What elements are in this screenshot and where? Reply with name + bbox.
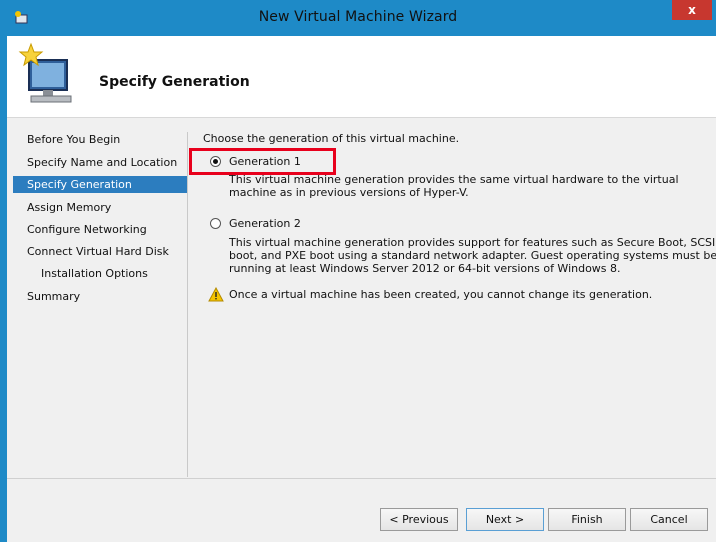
close-button[interactable]: x xyxy=(672,0,712,20)
generation-1-radio[interactable] xyxy=(210,156,221,167)
generation-warning-text: Once a virtual machine has been created,… xyxy=(229,288,653,301)
step-before-you-begin[interactable]: Before You Begin xyxy=(13,131,187,148)
wizard-steps-nav: Before You Begin Specify Name and Locati… xyxy=(7,118,187,478)
step-connect-virtual-hard-disk[interactable]: Connect Virtual Hard Disk xyxy=(13,243,187,260)
wizard-header: Specify Generation xyxy=(7,36,716,118)
wizard-body: Specify Generation Before You Begin Spec… xyxy=(7,36,716,542)
generation-2-label[interactable]: Generation 2 xyxy=(229,217,301,230)
wizard-window: New Virtual Machine Wizard x Specify Gen… xyxy=(0,0,716,542)
generation-2-radio[interactable] xyxy=(210,218,221,229)
step-installation-options[interactable]: Installation Options xyxy=(13,265,187,282)
step-assign-memory[interactable]: Assign Memory xyxy=(13,199,187,216)
step-summary[interactable]: Summary xyxy=(13,288,187,305)
cancel-button[interactable]: Cancel xyxy=(630,508,708,531)
step-specify-generation[interactable]: Specify Generation xyxy=(13,176,187,193)
generation-2-description: This virtual machine generation provides… xyxy=(229,236,716,275)
generation-1-description: This virtual machine generation provides… xyxy=(229,173,679,199)
finish-button[interactable]: Finish xyxy=(548,508,626,531)
new-virtual-machine-icon xyxy=(18,42,72,103)
page-title: Specify Generation xyxy=(99,74,250,90)
next-button[interactable]: Next > xyxy=(466,508,544,531)
generation-1-label[interactable]: Generation 1 xyxy=(229,155,301,168)
nav-divider xyxy=(187,132,188,477)
previous-button[interactable]: < Previous xyxy=(380,508,458,531)
step-configure-networking[interactable]: Configure Networking xyxy=(13,221,187,238)
window-title: New Virtual Machine Wizard xyxy=(258,9,458,25)
step-specify-name-location[interactable]: Specify Name and Location xyxy=(13,154,187,171)
generation-prompt: Choose the generation of this virtual ma… xyxy=(203,132,460,145)
warning-icon xyxy=(208,287,224,302)
title-bar[interactable]: New Virtual Machine Wizard x xyxy=(0,0,716,36)
footer-divider xyxy=(7,478,716,479)
